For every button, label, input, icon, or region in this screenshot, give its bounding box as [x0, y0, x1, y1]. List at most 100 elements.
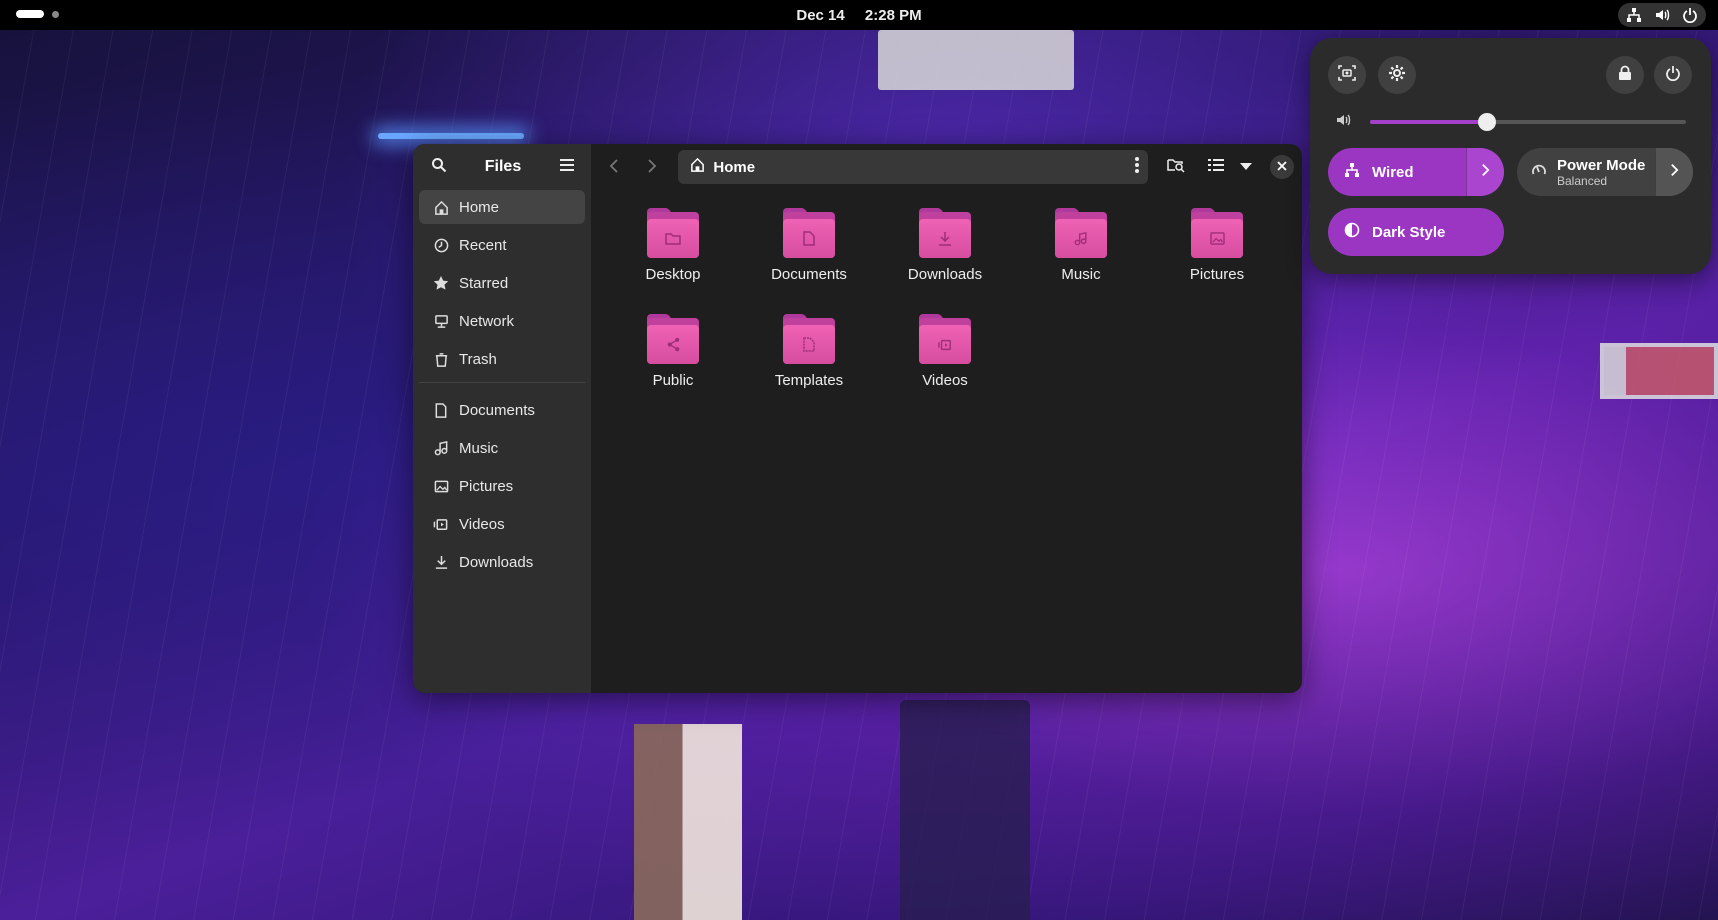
lock-icon — [1618, 65, 1632, 86]
workspace-active-pill — [16, 10, 44, 18]
hamburger-icon — [559, 158, 575, 177]
sidebar-header: Files — [413, 144, 591, 190]
volume-icon[interactable] — [1334, 112, 1352, 133]
header-bar: Home — [591, 144, 1302, 190]
sidebar-item-network[interactable]: Network — [419, 304, 585, 338]
sidebar-item-starred[interactable]: Starred — [419, 266, 585, 300]
home-icon — [690, 157, 705, 177]
path-bar[interactable]: Home — [678, 150, 1148, 184]
main-menu-button[interactable] — [553, 153, 581, 181]
sidebar-item-label: Pictures — [459, 477, 514, 495]
dark-style-icon — [1344, 222, 1360, 243]
folder-documents-icon — [783, 208, 835, 258]
close-button[interactable] — [1269, 155, 1294, 179]
kebab-menu-icon[interactable] — [1134, 156, 1140, 179]
wallpaper-banner — [634, 724, 742, 920]
sidebar-item-downloads[interactable]: Downloads — [419, 545, 585, 579]
folder-grid: Desktop Documents Downloads Music Pictur… — [605, 208, 1285, 402]
search-button[interactable] — [425, 153, 453, 181]
volume-slider[interactable] — [1370, 113, 1686, 131]
settings-button[interactable] — [1378, 56, 1416, 94]
folder-public[interactable]: Public — [605, 314, 741, 402]
sidebar-item-label: Documents — [459, 401, 535, 419]
system-tray[interactable] — [1618, 3, 1706, 27]
sidebar-item-label: Home — [459, 198, 500, 216]
wallpaper-bin — [900, 700, 1030, 920]
trash-icon — [433, 351, 449, 367]
sidebar-item-label: Videos — [459, 515, 505, 533]
folder-music[interactable]: Music — [1013, 208, 1149, 296]
lock-button[interactable] — [1606, 56, 1644, 94]
folder-templates[interactable]: Templates — [741, 314, 877, 402]
close-icon — [1277, 158, 1287, 176]
caret-down-icon — [1239, 158, 1252, 176]
view-options-button[interactable] — [1232, 153, 1260, 181]
sidebar-item-documents[interactable]: Documents — [419, 393, 585, 427]
files-window: Files Home Recent Starred Network Trash … — [413, 144, 1302, 693]
folder-label: Desktop — [645, 266, 701, 283]
chevron-right-icon — [1670, 163, 1679, 182]
screenshot-button[interactable] — [1328, 56, 1366, 94]
power-button[interactable] — [1654, 56, 1692, 94]
activities-indicator[interactable] — [16, 10, 59, 18]
sidebar-item-music[interactable]: Music — [419, 431, 585, 465]
wired-menu-button[interactable] — [1466, 148, 1504, 196]
folder-label: Downloads — [907, 266, 983, 283]
wallpaper-sign-right — [1600, 343, 1718, 399]
clock-date: Dec 14 — [796, 7, 845, 24]
power-profile-icon — [1531, 162, 1547, 183]
download-icon — [433, 554, 449, 570]
list-view-icon — [1207, 158, 1224, 177]
sidebar-item-recent[interactable]: Recent — [419, 228, 585, 262]
network-icon — [1626, 7, 1642, 23]
home-icon — [433, 199, 449, 215]
folder-templates-icon — [783, 314, 835, 364]
power-mode-toggle[interactable]: Power Mode Balanced — [1517, 148, 1693, 196]
gear-icon — [1388, 64, 1406, 87]
power-mode-menu-button[interactable] — [1655, 148, 1693, 196]
back-button[interactable] — [599, 152, 629, 182]
wired-label: Wired — [1372, 163, 1414, 181]
power-icon — [1665, 65, 1681, 86]
screenshot-icon — [1338, 64, 1356, 86]
clock-icon — [433, 237, 449, 253]
folder-downloads[interactable]: Downloads — [877, 208, 1013, 296]
folder-desktop[interactable]: Desktop — [605, 208, 741, 296]
files-sidebar: Files Home Recent Starred Network Trash … — [413, 144, 591, 693]
sidebar-item-trash[interactable]: Trash — [419, 342, 585, 376]
sidebar-item-label: Trash — [459, 350, 497, 368]
folder-pictures-icon — [1191, 208, 1243, 258]
app-title: Files — [484, 158, 522, 175]
files-content: Home Desktop Documents Downloads Music P… — [591, 144, 1302, 693]
sidebar-item-videos[interactable]: Videos — [419, 507, 585, 541]
forward-button[interactable] — [637, 152, 667, 182]
chevron-right-icon — [1481, 163, 1490, 182]
folder-videos[interactable]: Videos — [877, 314, 1013, 402]
network-icon — [1344, 162, 1360, 183]
volume-slider-knob[interactable] — [1477, 113, 1496, 131]
dark-style-toggle[interactable]: Dark Style — [1328, 208, 1504, 256]
folder-label: Documents — [771, 266, 847, 283]
video-icon — [433, 516, 449, 532]
wired-toggle[interactable]: Wired — [1328, 148, 1504, 196]
sidebar-item-label: Network — [459, 312, 515, 330]
folder-label: Videos — [922, 372, 968, 389]
view-list-button[interactable] — [1202, 153, 1230, 181]
sidebar-item-label: Recent — [459, 236, 507, 254]
folder-music-icon — [1055, 208, 1107, 258]
search-folder-button[interactable] — [1162, 153, 1190, 181]
folder-pictures[interactable]: Pictures — [1149, 208, 1285, 296]
workspace-dot — [52, 10, 59, 18]
clock[interactable]: Dec 14 2:28 PM — [0, 7, 1718, 24]
chevron-right-icon — [647, 157, 657, 178]
folder-desktop-icon — [647, 208, 699, 258]
folder-label: Public — [652, 372, 694, 389]
sidebar-item-home[interactable]: Home — [419, 190, 585, 224]
sidebar-item-pictures[interactable]: Pictures — [419, 469, 585, 503]
path-current: Home — [713, 158, 756, 176]
network-icon — [433, 313, 449, 329]
dark-style-label: Dark Style — [1372, 223, 1446, 241]
wallpaper-neon-light — [378, 133, 524, 139]
music-icon — [433, 440, 449, 456]
folder-documents[interactable]: Documents — [741, 208, 877, 296]
